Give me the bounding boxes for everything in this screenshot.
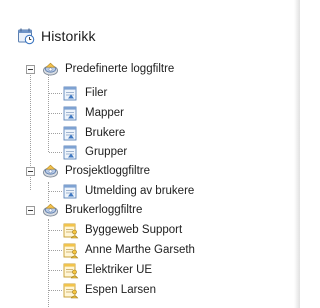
log-document-icon <box>62 85 79 102</box>
tree-item-label: Brukere <box>85 127 126 139</box>
log-document-icon <box>62 144 79 161</box>
tree-group-predefined[interactable]: Predefinerte loggfiltre <box>26 60 176 79</box>
tree-line <box>49 133 62 134</box>
user-log-document-icon <box>62 242 79 259</box>
tree-item-label: Elektriker UE <box>85 264 153 276</box>
tree-group-label: Brukerloggfiltre <box>65 204 143 216</box>
tree-item-label: Grupper <box>85 146 128 158</box>
tree-item-label: Utmelding av brukere <box>85 185 195 197</box>
collapse-toggle-icon[interactable] <box>26 167 35 176</box>
tree-item-label: Byggeweb Support <box>85 224 183 236</box>
filter-group-icon <box>42 61 59 78</box>
tree-item-label: Mapper <box>85 107 124 119</box>
log-document-icon <box>62 105 79 122</box>
tree-line <box>48 219 49 308</box>
tree-line <box>49 93 62 94</box>
log-document-icon <box>62 183 79 200</box>
tree-line <box>49 290 62 291</box>
tree-line <box>49 113 62 114</box>
tree-line <box>49 191 62 192</box>
tree-item-label: Espen Larsen <box>85 284 156 296</box>
tree-item-byggeweb-support[interactable]: Byggeweb Support <box>62 221 184 240</box>
tree-item-label: Anne Marthe Garseth <box>85 244 195 256</box>
panel-header: Historikk <box>17 26 96 46</box>
tree-item-elektriker-ue[interactable]: Elektriker UE <box>62 261 154 280</box>
tree-item-utmelding[interactable]: Utmelding av brukere <box>62 182 196 201</box>
history-panel: Historikk Predefinerte loggfiltre Filer … <box>0 0 300 308</box>
tree-item-mapper[interactable]: Mapper <box>62 104 126 123</box>
tree-item-grupper[interactable]: Grupper <box>62 143 129 162</box>
filter-group-icon <box>42 163 59 180</box>
tree-item-label: Filer <box>85 87 108 99</box>
tree-group-user[interactable]: Brukerloggfiltre <box>26 201 144 220</box>
tree-item-anne-marthe-garseth[interactable]: Anne Marthe Garseth <box>62 241 197 260</box>
filter-group-icon <box>42 202 59 219</box>
tree-group-project[interactable]: Prosjektloggfiltre <box>26 162 152 181</box>
tree-item-filer[interactable]: Filer <box>62 84 109 103</box>
tree-item-brukere[interactable]: Brukere <box>62 124 127 143</box>
user-log-document-icon <box>62 262 79 279</box>
tree-item-espen-larsen[interactable]: Espen Larsen <box>62 281 158 300</box>
tree-group-label: Predefinerte loggfiltre <box>65 63 175 75</box>
panel-edge-shadow <box>294 0 300 308</box>
panel-title: Historikk <box>41 28 96 44</box>
collapse-toggle-icon[interactable] <box>26 206 35 215</box>
user-log-document-icon <box>62 282 79 299</box>
tree-group-label: Prosjektloggfiltre <box>65 165 151 177</box>
tree-line <box>49 230 62 231</box>
tree-line <box>48 182 49 202</box>
tree-line <box>49 270 62 271</box>
user-log-document-icon <box>62 222 79 239</box>
tree-line <box>49 152 62 153</box>
log-document-icon <box>62 125 79 142</box>
collapse-toggle-icon[interactable] <box>26 65 35 74</box>
tree-line <box>49 250 62 251</box>
calendar-history-icon <box>17 27 35 45</box>
